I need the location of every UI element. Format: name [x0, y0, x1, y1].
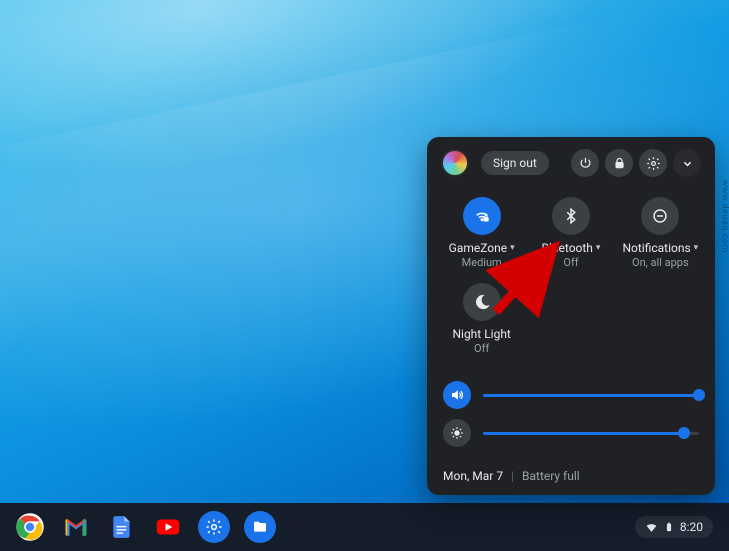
chevron-down-icon — [680, 156, 695, 171]
bluetooth-tile[interactable]: Bluetooth▾ Off — [528, 191, 613, 273]
brightness-slider-row — [443, 419, 699, 447]
night-light-status: Off — [474, 342, 489, 355]
bluetooth-status: Off — [563, 256, 578, 269]
quick-toggle-grid: GameZone▾ Medium Bluetooth▾ Off Notifica… — [439, 187, 703, 367]
power-button[interactable] — [571, 149, 599, 177]
shelf: 8:20 — [0, 503, 729, 551]
panel-header: Sign out — [439, 147, 703, 187]
caret-down-icon: ▾ — [596, 243, 601, 253]
folder-icon — [252, 519, 268, 535]
sliders-section — [439, 367, 703, 459]
notifications-toggle[interactable] — [641, 197, 679, 235]
youtube-app-icon[interactable] — [152, 511, 184, 543]
lock-icon — [612, 156, 627, 171]
footer-separator: | — [511, 469, 514, 483]
night-light-toggle[interactable] — [463, 283, 501, 321]
caret-down-icon: ▾ — [694, 243, 699, 253]
docs-app-icon[interactable] — [106, 511, 138, 543]
gear-icon — [205, 518, 223, 536]
clock-text: 8:20 — [680, 520, 703, 534]
settings-button[interactable] — [639, 149, 667, 177]
collapse-button[interactable] — [673, 149, 701, 177]
chrome-app-icon[interactable] — [14, 511, 46, 543]
user-avatar[interactable] — [441, 149, 469, 177]
moon-icon — [473, 293, 491, 311]
youtube-icon — [153, 512, 183, 542]
sign-out-button[interactable]: Sign out — [481, 151, 549, 175]
night-light-label: Night Light — [452, 327, 510, 341]
docs-icon — [109, 514, 135, 540]
notifications-label: Notifications — [622, 241, 690, 255]
brightness-slider[interactable] — [483, 432, 699, 435]
brightness-button[interactable] — [443, 419, 471, 447]
settings-app-icon[interactable] — [198, 511, 230, 543]
wifi-status-icon — [645, 521, 658, 534]
footer-battery: Battery full — [522, 469, 580, 483]
wifi-label: GameZone — [449, 241, 508, 255]
notifications-status: On, all apps — [632, 256, 689, 269]
status-pill[interactable]: 8:20 — [635, 516, 713, 538]
files-app-icon[interactable] — [244, 511, 276, 543]
wifi-toggle[interactable] — [463, 197, 501, 235]
wifi-icon — [473, 207, 491, 225]
brightness-thumb[interactable] — [678, 427, 690, 439]
gmail-icon — [62, 513, 90, 541]
night-light-tile[interactable]: Night Light Off — [439, 277, 524, 359]
watermark-text: www.deuaq.com — [720, 180, 729, 254]
wifi-status: Medium — [462, 256, 502, 269]
shelf-app-icons — [8, 511, 276, 543]
power-icon — [578, 156, 593, 171]
volume-slider-row — [443, 381, 699, 409]
gear-icon — [646, 156, 661, 171]
panel-footer: Mon, Mar 7 | Battery full — [439, 459, 703, 485]
volume-icon — [450, 388, 464, 402]
caret-down-icon: ▾ — [510, 243, 515, 253]
lock-button[interactable] — [605, 149, 633, 177]
do-not-disturb-icon — [651, 207, 669, 225]
battery-status-icon — [664, 520, 674, 534]
volume-slider[interactable] — [483, 394, 699, 397]
wifi-tile[interactable]: GameZone▾ Medium — [439, 191, 524, 273]
volume-button[interactable] — [443, 381, 471, 409]
notifications-tile[interactable]: Notifications ▾ On, all apps — [618, 191, 703, 273]
bluetooth-icon — [562, 207, 580, 225]
bluetooth-toggle[interactable] — [552, 197, 590, 235]
brightness-icon — [450, 426, 464, 440]
footer-date: Mon, Mar 7 — [443, 469, 503, 483]
chrome-icon — [15, 512, 45, 542]
bluetooth-label: Bluetooth — [542, 241, 593, 255]
system-tray[interactable]: 8:20 — [635, 516, 721, 538]
volume-thumb[interactable] — [693, 389, 705, 401]
quick-settings-panel: Sign out GameZone▾ Medium — [427, 137, 715, 495]
gmail-app-icon[interactable] — [60, 511, 92, 543]
